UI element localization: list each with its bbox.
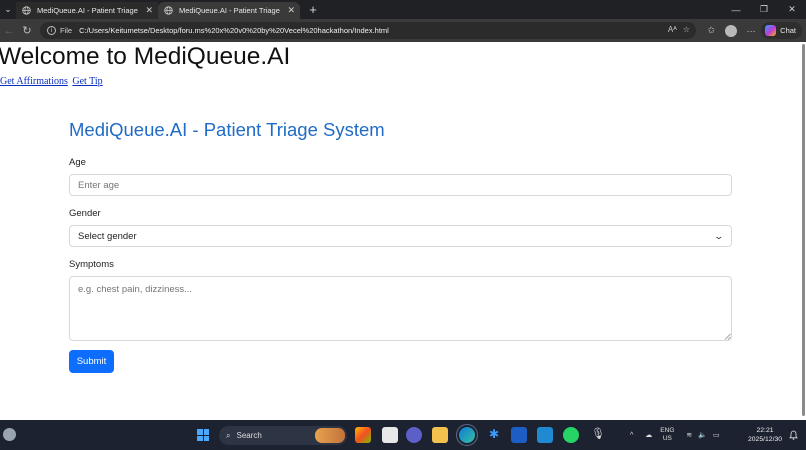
task-view-icon[interactable] [382,427,398,443]
get-tip-link[interactable]: Get Tip [72,76,102,87]
widgets-app-icon[interactable] [355,427,371,443]
tab-title: MediQueue.AI - Patient Triage [37,6,138,15]
resize-grip-icon[interactable] [724,333,731,340]
bluetooth-icon[interactable]: ✱ [486,427,502,443]
get-affirmations-link[interactable]: Get Affirmations [0,76,68,87]
window-controls: — ❐ ✕ [722,0,806,19]
clock[interactable]: 22:21 2025/12/30 [748,426,782,444]
clock-date: 2025/12/30 [748,436,783,443]
browser-toolbar: ← ↻ i File C:/Users/Keitumetse/Desktop/f… [0,19,806,42]
volume-icon[interactable]: 🔈 [698,431,707,439]
browser-tab-2[interactable]: MediQueue.AI - Patient Triage ✕ [158,2,300,19]
more-options-icon[interactable]: ··· [741,21,761,41]
search-label: Search [236,431,262,440]
copilot-icon [765,25,777,36]
windows-start-icon[interactable] [197,429,209,441]
wifi-icon[interactable]: ≋ [686,431,692,439]
tab-strip: ⌄ MediQueue.AI - Patient Triage ✕ MediQu… [0,0,806,19]
restore-icon[interactable]: ❐ [750,0,778,19]
welcome-heading: Welcome to MediQueue.AI [0,43,291,70]
vscode-icon[interactable] [537,427,553,443]
submit-button[interactable]: Submit [69,350,114,373]
battery-icon[interactable]: ▭ [713,431,720,439]
search-icon: ⌕ [226,430,231,440]
system-tray: ^ ☁ ENG US ≋ 🔈 ▭ [630,420,720,450]
teams-meet-icon[interactable] [406,427,422,443]
address-bar-actions: Aᴬ ☆ [668,25,690,34]
symptoms-label: Symptoms [69,259,114,270]
favorite-star-icon[interactable]: ☆ [683,25,690,34]
notification-bell-icon[interactable] [789,430,798,440]
page-viewport: Welcome to MediQueue.AI Get Affirmations… [0,42,806,420]
gender-selected-value: Select gender [78,230,137,242]
symptoms-textarea[interactable] [69,276,732,341]
lang-region: US [662,435,672,442]
globe-icon [164,6,173,15]
whatsapp-icon[interactable] [563,427,579,443]
microphone-icon[interactable]: 🎙 [590,427,606,443]
favorites-icon[interactable]: ✩ [701,21,721,41]
chat-label: Chat [780,26,796,35]
copilot-chat-button[interactable]: Chat [761,22,802,39]
form-title: MediQueue.AI - Patient Triage System [69,119,385,140]
minimize-icon[interactable]: — [722,0,750,19]
back-arrow-icon: ← [3,24,15,37]
close-tab-icon[interactable]: ✕ [287,5,295,16]
refresh-icon: ↻ [22,25,32,37]
lang-code: ENG [660,427,675,434]
age-label: Age [69,157,86,168]
word-icon[interactable] [511,427,527,443]
globe-icon [22,6,31,15]
info-icon[interactable]: i [47,26,56,35]
tab-actions-menu[interactable]: ⌄ [0,0,16,19]
clock-time: 22:21 [756,427,774,434]
chevron-down-icon: ⌄ [713,230,725,241]
url-text[interactable]: C:/Users/Keitumetse/Desktop/foru.ms%20x%… [79,26,389,35]
read-aloud-icon[interactable]: Aᴬ [668,25,677,34]
edge-browser-icon[interactable] [456,424,478,446]
file-explorer-icon[interactable] [432,427,448,443]
back-button[interactable]: ← [0,22,18,40]
close-window-icon[interactable]: ✕ [778,0,806,19]
search-highlight-image [315,428,345,443]
tray-overflow-icon[interactable]: ^ [630,432,633,439]
weather-icon[interactable] [3,428,16,441]
taskbar-search[interactable]: ⌕ Search [219,426,347,445]
refresh-button[interactable]: ↻ [18,22,36,40]
address-bar[interactable]: i File C:/Users/Keitumetse/Desktop/foru.… [40,22,696,39]
scrollbar-thumb[interactable] [802,44,805,416]
age-input[interactable] [69,174,732,196]
close-tab-icon[interactable]: ✕ [145,5,153,16]
tab-title: MediQueue.AI - Patient Triage [179,6,280,15]
gender-select[interactable]: Select gender ⌄ [69,225,732,247]
vertical-scrollbar[interactable] [801,42,806,420]
toolbar-right: ✩ ··· Chat [701,19,806,42]
cloud-sync-icon[interactable]: ☁ [645,431,652,439]
browser-tab-1[interactable]: MediQueue.AI - Patient Triage ✕ [16,2,158,19]
top-links: Get Affirmations Get Tip [0,76,105,87]
language-indicator[interactable]: ENG US [660,427,674,443]
gender-label: Gender [69,208,101,219]
taskbar: ⌕ Search ✱ 🎙 ^ ☁ ENG US ≋ 🔈 ▭ 22:21 2025… [0,420,806,450]
url-scheme: File [60,26,73,35]
new-tab-button[interactable]: + [304,2,322,17]
profile-avatar[interactable] [725,24,738,37]
chevron-down-icon: ⌄ [4,4,12,14]
